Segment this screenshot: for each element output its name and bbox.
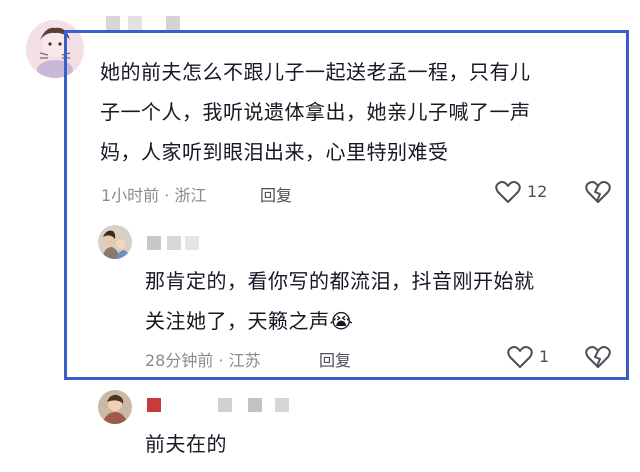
reply-button[interactable]: 回复 xyxy=(260,182,292,206)
reply-meta: 28分钟前 · 江苏 xyxy=(145,351,261,370)
comment-text: 前夫在的 xyxy=(145,432,227,456)
username-redacted xyxy=(106,16,120,30)
heart-icon[interactable] xyxy=(495,180,521,204)
reply-line: 那肯定的，看你写的都流泪，抖音刚开始就 xyxy=(145,269,535,293)
replier-avatar[interactable] xyxy=(98,390,132,424)
username-redacted xyxy=(185,236,199,250)
comment-line: 她的前夫怎么不跟儿子一起送老孟一程，只有儿 xyxy=(100,60,531,84)
comment-line: 子一个人，我听说遗体拿出，她亲儿子喊了一声 xyxy=(100,100,531,124)
avatar-image xyxy=(98,225,132,259)
crying-emoji: 😭 xyxy=(329,309,354,333)
like-count: 12 xyxy=(527,182,548,201)
username-redacted xyxy=(167,236,181,250)
username-redacted xyxy=(147,236,161,250)
username-redacted xyxy=(248,398,262,412)
reply-button[interactable]: 回复 xyxy=(319,347,351,371)
username-redacted xyxy=(275,398,289,412)
username-redacted xyxy=(218,398,232,412)
replier-avatar[interactable] xyxy=(98,225,132,259)
username-redacted xyxy=(166,16,180,30)
comment-line: 妈，人家听到眼泪出来，心里特别难受 xyxy=(100,140,449,164)
broken-heart-icon[interactable] xyxy=(585,345,611,369)
reply-text: 那肯定的，看你写的都流泪，抖音刚开始就 关注她了，天籁之声😭 xyxy=(145,261,615,341)
comment-text: 她的前夫怎么不跟儿子一起送老孟一程，只有儿 子一个人，我听说遗体拿出，她亲儿子喊… xyxy=(100,52,620,172)
like-count: 1 xyxy=(539,347,550,366)
broken-heart-icon[interactable] xyxy=(585,180,611,204)
heart-icon[interactable] xyxy=(507,345,533,369)
username-redacted xyxy=(147,398,161,412)
avatar-image xyxy=(98,390,132,424)
comment-meta: 1小时前 · 浙江 xyxy=(101,186,207,205)
username-redacted xyxy=(128,16,142,30)
reply-line: 关注她了，天籁之声😭 xyxy=(145,309,354,333)
